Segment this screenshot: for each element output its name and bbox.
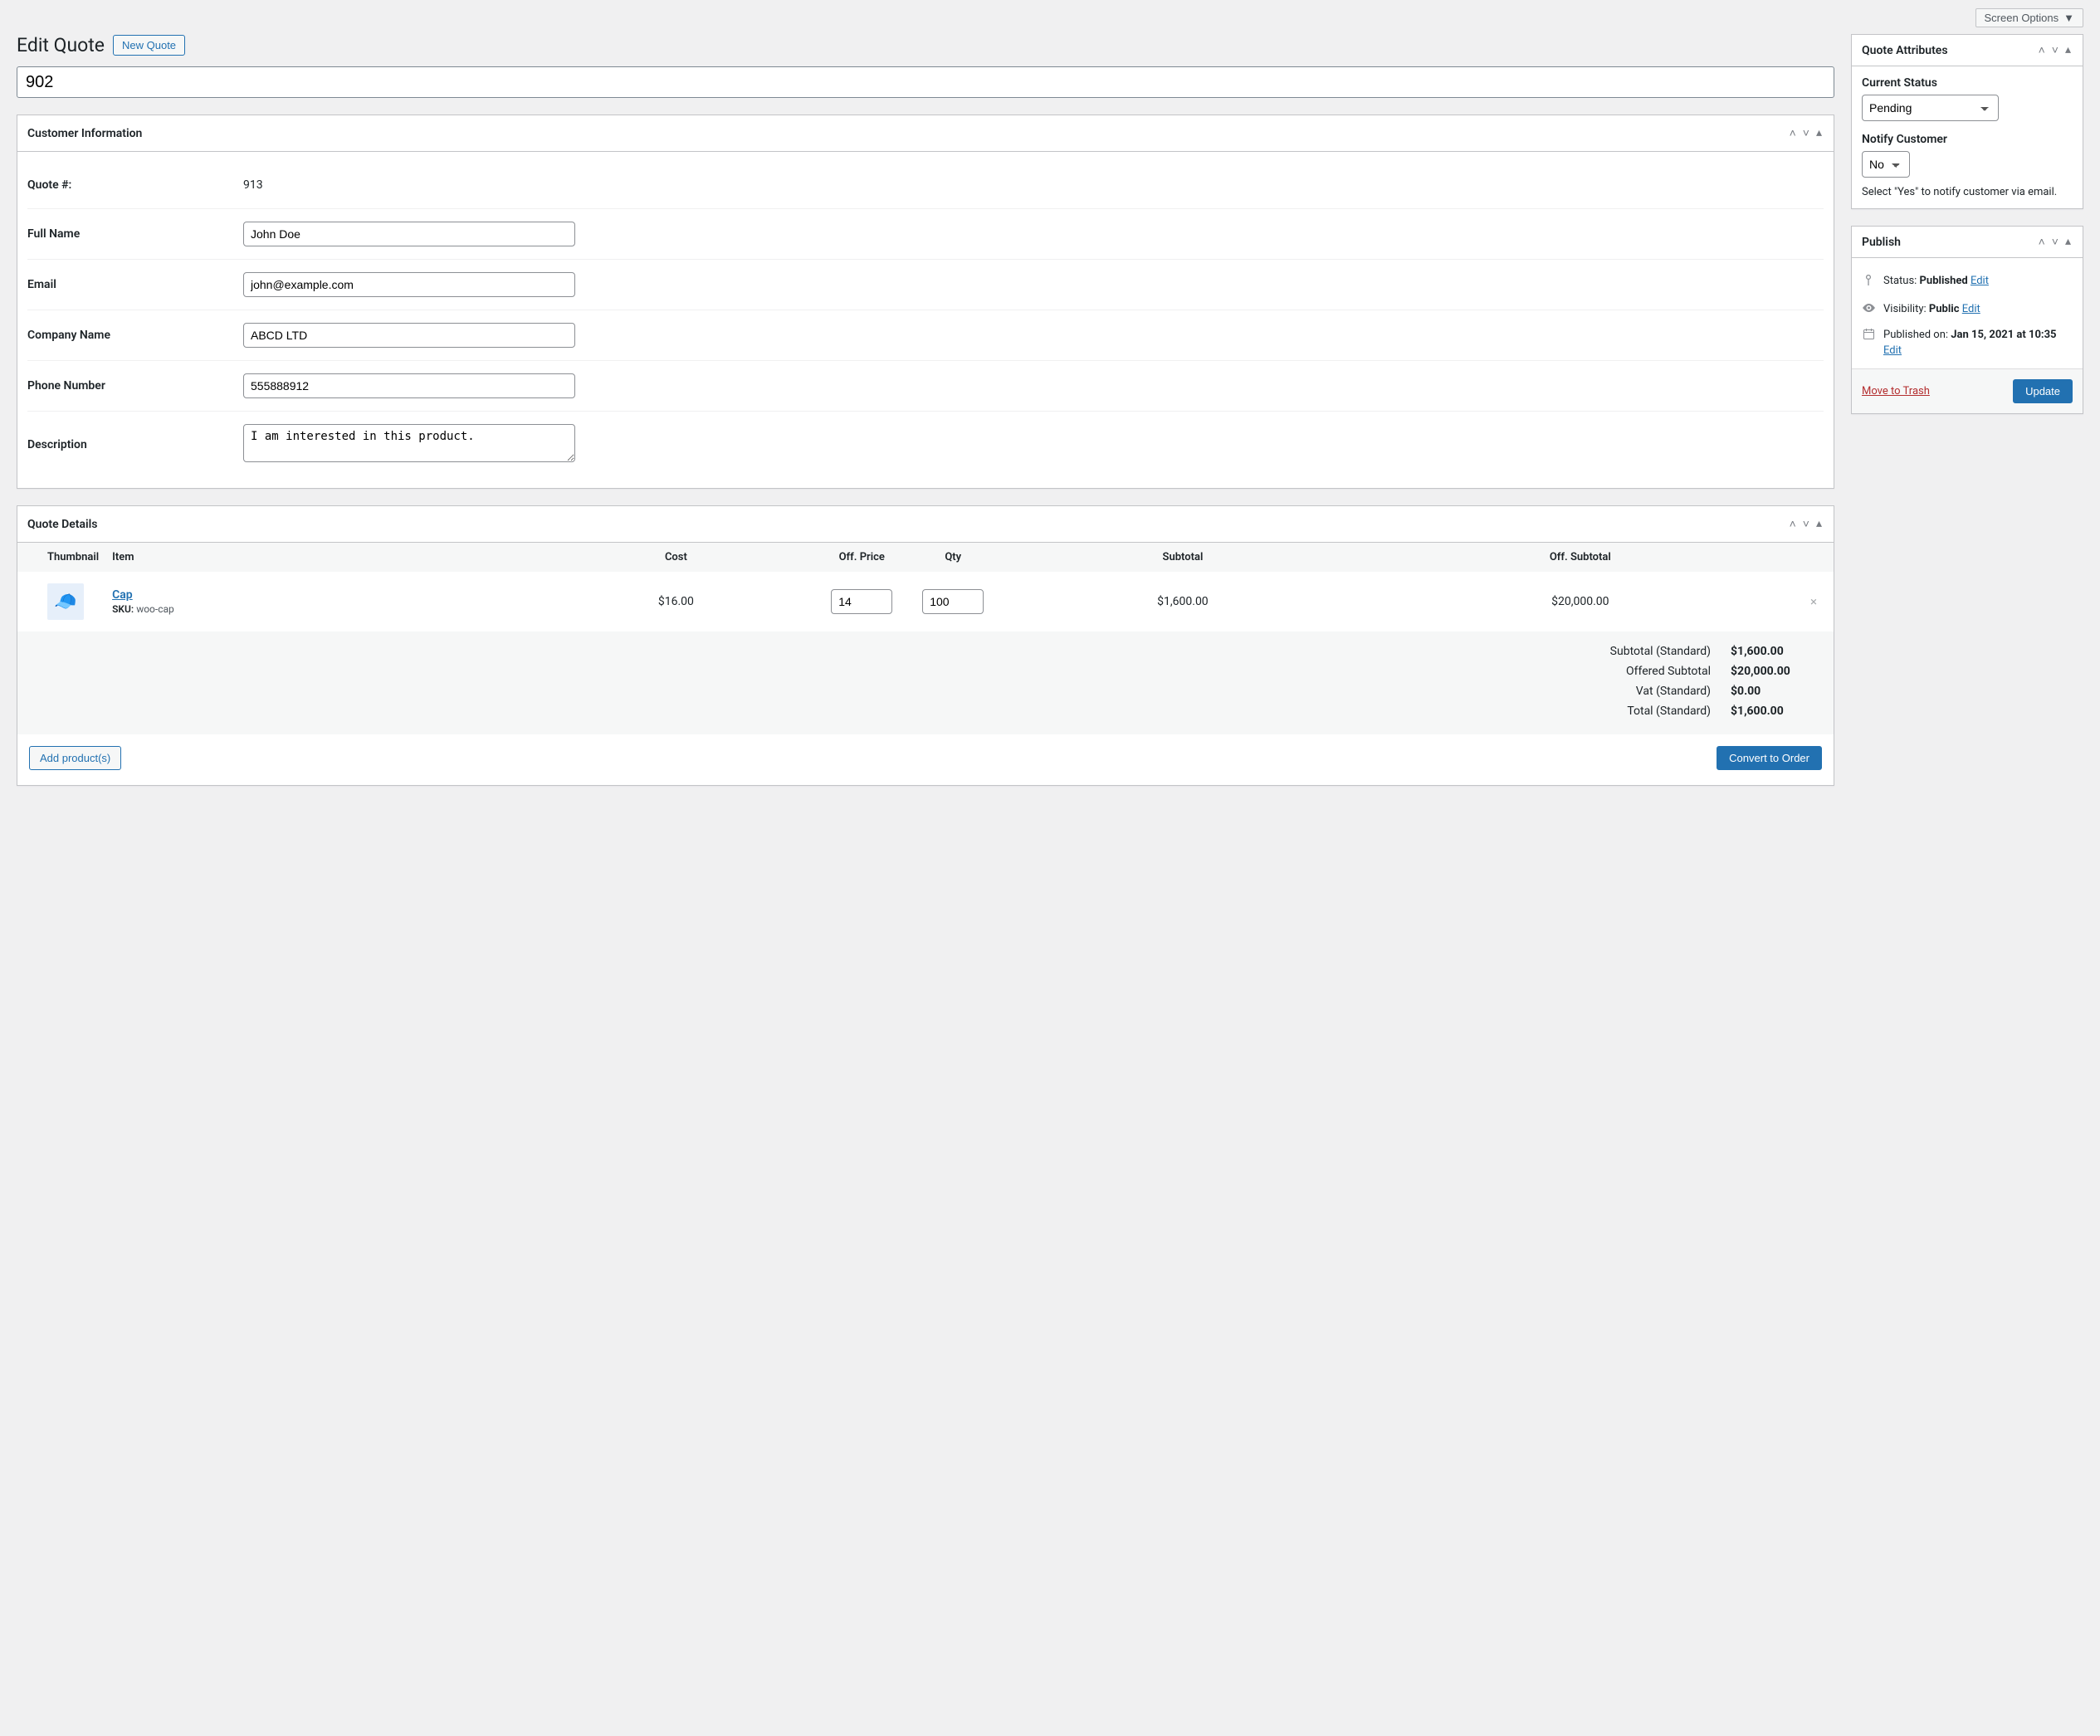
description-input[interactable] [243,424,575,462]
total-std-value: $1,600.00 [1721,701,1804,721]
screen-options-label: Screen Options [1985,12,2059,24]
current-status-label: Current Status [1862,76,2073,90]
published-value: Jan 15, 2021 at 10:35 [1951,329,2056,341]
col-qty: Qty [907,543,999,572]
triangle-up-icon[interactable]: ▴ [1814,124,1824,142]
status-value: Published [1920,275,1968,287]
chevron-up-icon[interactable]: ˄ [1788,124,1798,142]
remove-row-icon[interactable]: × [1810,594,1817,609]
edit-visibility-link[interactable]: Edit [1962,303,1980,315]
triangle-up-icon[interactable]: ▴ [2063,41,2073,59]
subtotal-std-label: Subtotal (Standard) [1600,641,1721,661]
item-name-link[interactable]: Cap [112,588,133,602]
col-item: Item [105,543,535,572]
notify-customer-select[interactable]: No [1862,151,1910,178]
quote-attributes-panel: Quote Attributes ˄ ˅ ▴ Current Status Pe… [1851,34,2083,209]
email-input[interactable] [243,272,575,297]
quote-title-input[interactable] [17,66,1834,98]
vat-std-label: Vat (Standard) [1600,681,1721,701]
visibility-prefix: Visibility: [1883,303,1929,315]
chevron-down-icon[interactable]: ˅ [2050,233,2060,251]
company-name-input[interactable] [243,323,575,348]
page-title: Edit Quote [17,34,105,56]
publish-panel: Publish ˄ ˅ ▴ Status: Published Edit [1851,226,2083,414]
item-cost: $16.00 [536,572,817,631]
subtotal-std-value: $1,600.00 [1721,641,1804,661]
status-prefix: Status: [1883,275,1920,287]
visibility-value: Public [1929,303,1960,315]
description-label: Description [27,412,243,479]
col-off-subtotal: Off. Subtotal [1367,543,1794,572]
quote-number-value: 913 [243,178,263,192]
quote-attributes-heading: Quote Attributes [1862,44,1948,57]
chevron-down-icon[interactable]: ˅ [2050,41,2060,59]
sku-label: SKU: [112,603,134,615]
full-name-label: Full Name [27,209,243,260]
publish-heading: Publish [1862,236,1901,249]
caret-down-icon: ▼ [2063,12,2074,24]
pin-icon [1862,275,1875,290]
edit-date-link[interactable]: Edit [1883,344,1902,357]
triangle-up-icon[interactable]: ▴ [1814,515,1824,533]
edit-status-link[interactable]: Edit [1971,275,1989,287]
current-status-select[interactable]: Pending [1862,95,1999,121]
published-prefix: Published on: [1883,329,1951,341]
quote-details-heading: Quote Details [27,518,97,531]
chevron-down-icon[interactable]: ˅ [1801,515,1811,533]
triangle-up-icon[interactable]: ▴ [2063,233,2073,251]
customer-information-panel: Customer Information ˄ ˅ ▴ Quote #: 913 … [17,115,1834,489]
full-name-input[interactable] [243,222,575,246]
table-row: 🧢 Cap SKU: woo-cap $16.00 $1,600.00 $20,… [17,572,1834,631]
phone-number-label: Phone Number [27,361,243,412]
off-price-input[interactable] [831,589,892,614]
product-thumbnail: 🧢 [47,583,84,620]
item-off-subtotal: $20,000.00 [1367,572,1794,631]
sku-value: woo-cap [136,603,174,615]
quote-details-panel: Quote Details ˄ ˅ ▴ Thumbnail Item Cost … [17,505,1834,786]
convert-to-order-button[interactable]: Convert to Order [1717,746,1822,770]
update-button[interactable]: Update [2013,379,2073,403]
notify-customer-label: Notify Customer [1862,133,2073,146]
offered-subtotal-label: Offered Subtotal [1600,661,1721,681]
col-off-price: Off. Price [816,543,907,572]
customer-info-heading: Customer Information [27,127,142,140]
qty-input[interactable] [922,589,984,614]
total-std-label: Total (Standard) [1600,701,1721,721]
chevron-up-icon[interactable]: ˄ [1788,515,1798,533]
item-subtotal: $1,600.00 [999,572,1366,631]
phone-number-input[interactable] [243,373,575,398]
new-quote-button[interactable]: New Quote [113,35,185,56]
offered-subtotal-value: $20,000.00 [1721,661,1804,681]
company-name-label: Company Name [27,310,243,361]
add-products-button[interactable]: Add product(s) [29,746,121,770]
email-label: Email [27,260,243,310]
screen-options-button[interactable]: Screen Options ▼ [1975,8,2083,27]
col-thumbnail: Thumbnail [17,543,105,572]
move-to-trash-link[interactable]: Move to Trash [1862,385,1930,397]
vat-std-value: $0.00 [1721,681,1804,701]
notify-help-text: Select "Yes" to notify customer via emai… [1862,186,2073,198]
quote-number-label: Quote #: [27,162,243,209]
col-subtotal: Subtotal [999,543,1366,572]
eye-icon [1862,303,1875,315]
chevron-up-icon[interactable]: ˄ [2037,41,2047,59]
chevron-up-icon[interactable]: ˄ [2037,233,2047,251]
col-cost: Cost [536,543,817,572]
calendar-icon [1862,329,1875,343]
chevron-down-icon[interactable]: ˅ [1801,124,1811,142]
